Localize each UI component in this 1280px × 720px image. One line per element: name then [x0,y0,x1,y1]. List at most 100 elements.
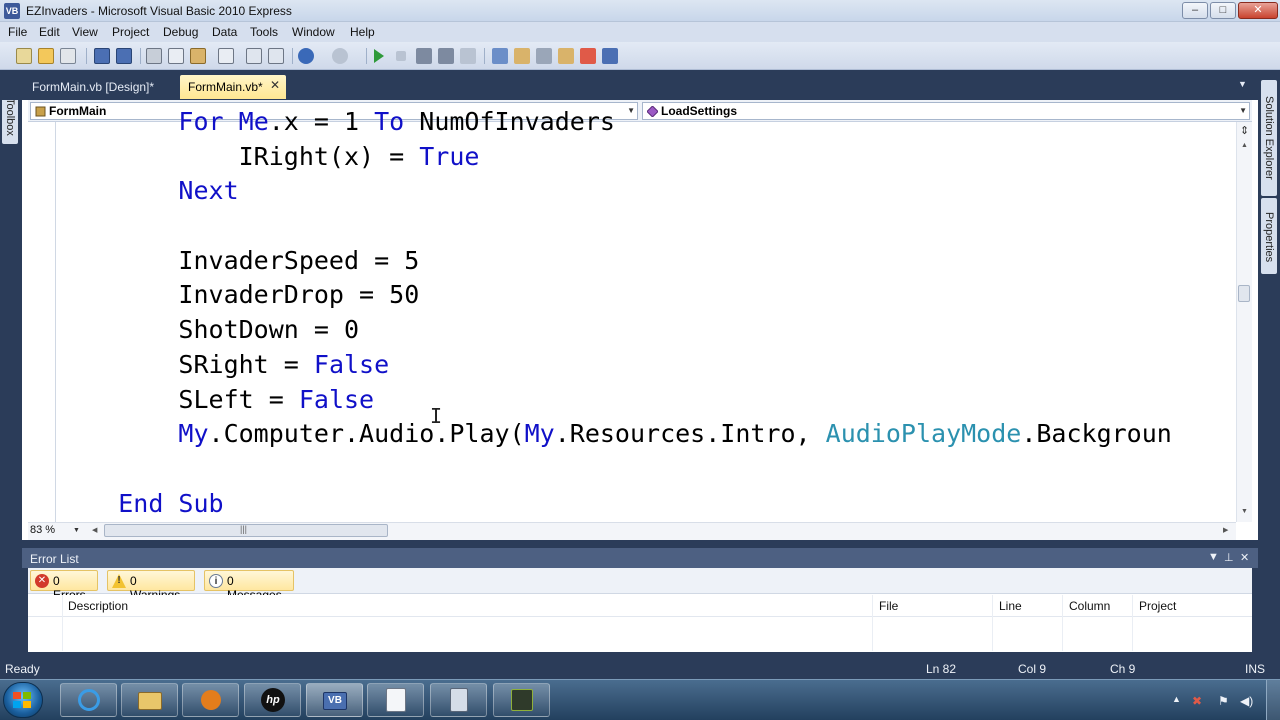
scroll-up-icon[interactable]: ▲ [1241,142,1248,149]
tab-formmain-code[interactable]: FormMain.vb* ✕ [180,75,286,99]
code-line[interactable]: For Me.x = 1 To NumOfInvaders [58,107,615,137]
start-debugging-icon[interactable] [374,49,384,63]
toolbar-separator [484,48,485,64]
find-icon[interactable] [218,48,234,64]
object-browser-icon[interactable] [558,48,574,64]
zoom-dropdown-icon[interactable]: ▼ [73,527,80,534]
taskbar-document[interactable] [367,683,424,717]
status-column: Col 9 [1018,662,1047,676]
step-over-icon[interactable] [438,48,454,64]
visual-basic-app-icon[interactable]: VB [4,3,20,19]
comment-icon[interactable] [246,48,262,64]
vertical-scroll-thumb[interactable] [1238,285,1250,302]
solution-explorer-label: Solution Explorer [1263,96,1275,180]
add-item-icon[interactable] [60,48,76,64]
toolbar-separator [366,48,367,64]
code-line[interactable]: My.Computer.Audio.Play(My.Resources.Intr… [58,419,1171,449]
errors-filter-button[interactable]: ✕ 0 Errors [30,570,98,602]
menu-debug[interactable]: Debug [163,25,198,39]
method-name-combo[interactable]: LoadSettings ▼ [642,102,1250,120]
taskbar-camera[interactable] [493,683,550,717]
column-file[interactable]: File [879,599,898,613]
mouse-cursor-ibeam: I [430,404,443,428]
paste-icon[interactable] [190,48,206,64]
volume-icon[interactable]: ◀) [1240,694,1253,708]
column-separator [1062,595,1063,651]
code-line[interactable]: IRight(x) = True [58,142,480,172]
network-icon[interactable]: ✖ [1192,694,1202,708]
window-position-icon[interactable]: ▼ [1208,551,1219,563]
show-desktop-button[interactable] [1266,680,1280,720]
code-text: SLeft = [178,385,299,414]
show-hidden-icons[interactable]: ▲ [1172,694,1181,704]
stop-debugging-icon[interactable] [396,51,406,61]
code-line[interactable]: ShotDown = 0 [58,315,359,345]
save-icon[interactable] [94,48,110,64]
error-list-icon[interactable] [602,48,618,64]
code-line[interactable]: SRight = False [58,350,389,380]
solution-explorer-icon[interactable] [492,48,508,64]
warnings-filter-button[interactable]: ! 0 Warnings [107,570,195,602]
menu-view[interactable]: View [72,25,98,39]
step-into-icon[interactable] [416,48,432,64]
open-file-icon[interactable] [38,48,54,64]
toolbox-icon[interactable] [580,48,596,64]
column-project[interactable]: Project [1139,599,1176,613]
menu-window[interactable]: Window [292,25,335,39]
close-window-button[interactable]: ✕ [1238,2,1278,19]
taskbar-calculator[interactable] [430,683,487,717]
tools-icon[interactable] [536,48,552,64]
tab-formmain-design[interactable]: FormMain.vb [Design]* [24,75,174,99]
column-line[interactable]: Line [999,599,1022,613]
taskbar-internet-explorer[interactable] [60,683,117,717]
menu-data[interactable]: Data [212,25,237,39]
maximize-button[interactable]: □ [1210,2,1236,19]
code-line[interactable]: InvaderSpeed = 5 [58,246,419,276]
copy-icon[interactable] [168,48,184,64]
cut-icon[interactable] [146,48,162,64]
taskbar-windows-explorer[interactable] [121,683,178,717]
taskbar-media-player[interactable] [182,683,239,717]
pin-icon[interactable]: ⊥ [1224,551,1234,564]
code-keyword: For [178,107,239,136]
taskbar-visual-basic[interactable]: VB [306,683,363,717]
uncomment-icon[interactable] [268,48,284,64]
close-panel-icon[interactable]: ✕ [1240,551,1249,564]
menu-edit[interactable]: Edit [39,25,60,39]
close-tab-icon[interactable]: ✕ [270,78,280,92]
code-line[interactable]: InvaderDrop = 50 [58,280,419,310]
scroll-down-icon[interactable]: ▼ [1241,508,1248,515]
menu-file[interactable]: File [8,25,27,39]
column-column[interactable]: Column [1069,599,1110,613]
active-files-dropdown-icon[interactable]: ▼ [1238,79,1247,89]
splitter-icon[interactable]: ⇕ [1240,124,1249,137]
flag-icon[interactable]: ⚑ [1218,694,1229,708]
code-line[interactable]: End Sub [58,489,223,519]
new-project-icon[interactable] [16,48,32,64]
code-line[interactable]: Next [58,176,239,206]
info-icon: i [209,574,223,588]
code-keyword: To [374,107,405,136]
code-line[interactable]: SLeft = False [58,385,374,415]
menu-help[interactable]: Help [350,25,375,39]
scroll-right-icon[interactable]: ▶ [1223,526,1228,534]
zoom-level[interactable]: 83 % [30,524,55,536]
step-out-icon[interactable] [460,48,476,64]
menu-tools[interactable]: Tools [250,25,278,39]
vertical-scrollbar[interactable] [1236,122,1252,522]
error-list-title: Error List [30,552,79,566]
taskbar-hp[interactable]: hp [244,683,301,717]
undo-icon[interactable] [298,48,314,64]
scroll-left-icon[interactable]: ◀ [92,526,97,534]
code-keyword: Next [178,176,239,205]
messages-filter-button[interactable]: i 0 Messages [204,570,294,602]
menu-project[interactable]: Project [112,25,149,39]
save-all-icon[interactable] [116,48,132,64]
properties-icon[interactable] [514,48,530,64]
redo-icon[interactable] [332,48,348,64]
minimize-button[interactable]: – [1182,2,1208,19]
column-description[interactable]: Description [68,599,128,613]
